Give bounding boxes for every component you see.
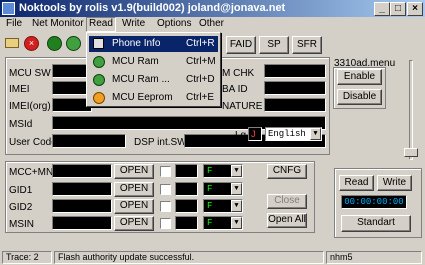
menu-file[interactable]: File: [6, 18, 22, 29]
msin-field: [52, 216, 112, 230]
msin-small-field: [175, 216, 198, 230]
msid-label: MSId: [9, 119, 33, 130]
signature-label: NATURE: [222, 101, 263, 112]
time-display: 00:00:00:00: [341, 195, 407, 209]
msin-checkbox[interactable]: [160, 218, 171, 229]
enable-button[interactable]: Enable: [337, 69, 382, 85]
trace-status: Trace: 2: [2, 251, 52, 264]
language-code: J: [248, 127, 262, 141]
sim-chk-field: [264, 64, 326, 78]
mcc-mnc-small-field: [175, 164, 198, 178]
gid1-field: [52, 182, 112, 196]
app-icon: [2, 2, 15, 15]
close-lock-button[interactable]: Close: [267, 194, 307, 209]
msin-open-button[interactable]: OPEN: [114, 216, 154, 231]
imei-label: IMEI: [9, 84, 30, 95]
close-button[interactable]: ×: [407, 2, 423, 16]
menu-read[interactable]: Read: [86, 17, 116, 32]
language-label: Lg: [235, 130, 247, 141]
maximize-button[interactable]: □: [390, 2, 406, 16]
user-code-field: [52, 134, 126, 148]
menu-other[interactable]: Other: [199, 18, 224, 29]
menu-write[interactable]: Write: [122, 18, 145, 29]
msin-combo[interactable]: F ▼: [203, 216, 243, 230]
dsp-int-sw-label: DSP int.SW: [134, 137, 187, 148]
sp-button[interactable]: SP: [259, 36, 289, 54]
menu-net-monitor[interactable]: Net Monitor: [32, 18, 84, 29]
title-bar[interactable]: Noktools by rolis v1.9(build002) joland@…: [0, 0, 425, 17]
gid2-small-field: [175, 199, 198, 213]
app-window: Noktools by rolis v1.9(build002) joland@…: [0, 0, 425, 265]
read-menu-dropdown: Phone Info Ctrl+R MCU Ram Ctrl+M MCU Ram…: [86, 32, 221, 107]
sim-chk-label: M CHK: [222, 68, 255, 79]
model-status: nhm5: [326, 251, 422, 264]
gid2-combo[interactable]: F ▼: [203, 199, 243, 213]
minimize-button[interactable]: _: [374, 2, 390, 16]
gid1-combo[interactable]: F ▼: [203, 182, 243, 196]
sba-id-label: BA ID: [222, 84, 248, 95]
cnfg-button[interactable]: CNFG: [267, 164, 307, 179]
chevron-down-icon[interactable]: ▼: [310, 128, 321, 140]
message-status: Flash authority update successful.: [54, 251, 324, 264]
mcc-mnc-combo[interactable]: F ▼: [203, 164, 243, 178]
phone-info-icon: [93, 38, 104, 49]
menu-bar: File Net Monitor Read Write Options Othe…: [0, 17, 425, 32]
card-icon[interactable]: [5, 38, 19, 48]
volume-slider[interactable]: [402, 60, 420, 160]
green-led-icon[interactable]: [47, 36, 62, 51]
gid1-checkbox[interactable]: [160, 184, 171, 195]
mcu-eeprom-icon: [93, 92, 105, 104]
gid1-label: GID1: [9, 185, 33, 196]
language-select[interactable]: English ▼: [265, 127, 322, 141]
sba-id-field: [264, 81, 326, 95]
gid2-checkbox[interactable]: [160, 201, 171, 212]
stop-icon[interactable]: ×: [24, 36, 39, 51]
gid2-open-button[interactable]: OPEN: [114, 199, 154, 214]
menu-options[interactable]: Options: [157, 18, 191, 29]
menu-item-mcu-eeprom[interactable]: MCU Eeprom Ctrl+E: [89, 90, 218, 106]
status-bar: Trace: 2 Flash authority update successf…: [0, 250, 425, 265]
faid-button[interactable]: FAID: [226, 36, 256, 54]
menu-item-phone-info[interactable]: Phone Info Ctrl+R: [89, 36, 218, 52]
mcc-mnc-field: [52, 164, 112, 178]
signature-field: [264, 98, 326, 112]
sfr-button[interactable]: SFR: [292, 36, 322, 54]
msin-label: MSIN: [9, 219, 34, 230]
standart-button[interactable]: Standart: [341, 215, 411, 232]
mcu-sw-label: MCU SW: [9, 68, 51, 79]
disable-button[interactable]: Disable: [337, 89, 382, 105]
mcu-ram-icon: [93, 56, 105, 68]
slider-thumb[interactable]: [404, 148, 418, 157]
gid1-small-field: [175, 182, 198, 196]
imei-org-label: IMEI(org): [9, 101, 51, 112]
window-title: Noktools by rolis v1.9(build002) joland@…: [19, 2, 286, 14]
user-code-label: User Code: [9, 137, 57, 148]
green-led-2-icon[interactable]: [66, 36, 81, 51]
gid2-field: [52, 199, 112, 213]
write-button[interactable]: Write: [377, 175, 412, 191]
menu-item-mcu-ram[interactable]: MCU Ram Ctrl+M: [89, 54, 218, 70]
mcu-ram-dots-icon: [93, 74, 105, 86]
menu-item-mcu-ram-dots[interactable]: MCU Ram ... Ctrl+D: [89, 72, 218, 88]
mcc-mnc-open-button[interactable]: OPEN: [114, 164, 154, 179]
read-button[interactable]: Read: [339, 175, 374, 191]
mcc-mnc-checkbox[interactable]: [160, 166, 171, 177]
language-value: English: [268, 129, 306, 139]
gid2-label: GID2: [9, 202, 33, 213]
open-all-button[interactable]: Open All: [267, 213, 307, 228]
gid1-open-button[interactable]: OPEN: [114, 182, 154, 197]
